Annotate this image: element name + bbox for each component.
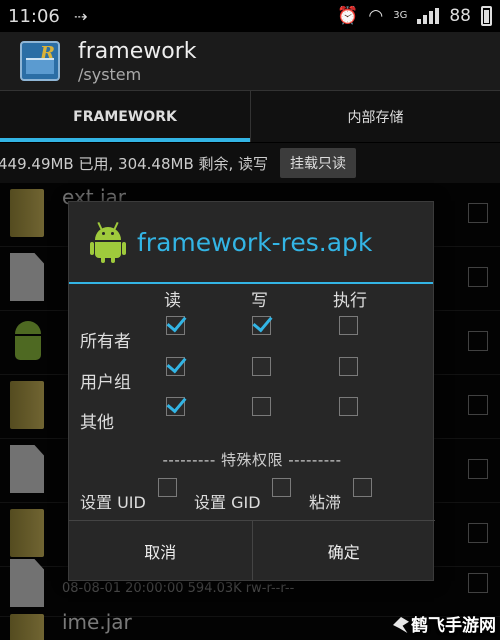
row-others: 其他 [80, 413, 114, 433]
dialog-footer: 取消 确定 [69, 520, 435, 580]
others-write-checkbox[interactable] [252, 397, 271, 416]
setgid-checkbox[interactable] [272, 478, 291, 497]
column-execute: 执行 [333, 291, 367, 311]
column-read: 读 [164, 291, 181, 311]
storage-text: 449.49MB 已用, 304.48MB 剩余, 读写 [0, 154, 269, 173]
others-execute-checkbox[interactable] [339, 397, 358, 416]
battery-icon [481, 6, 492, 26]
tab-internal-storage[interactable]: 内部存储 [250, 91, 500, 142]
mount-readonly-button[interactable]: 挂载只读 [280, 148, 357, 178]
usb-icon: ⇢ [73, 6, 88, 26]
clock: 11:06 [8, 5, 60, 27]
dialog-header: framework-res.apk [69, 202, 433, 284]
tab-framework[interactable]: FRAMEWORK [0, 91, 250, 142]
app-title: framework [78, 38, 197, 64]
app-bar: R framework /system [0, 32, 500, 90]
android-icon [90, 221, 126, 263]
bird-logo-icon [393, 617, 409, 633]
tab-bar: FRAMEWORK 内部存储 [0, 90, 500, 142]
others-read-checkbox[interactable] [166, 397, 185, 416]
row-group: 用户组 [80, 373, 131, 393]
setgid-label: 设置 GID [194, 493, 261, 512]
alarm-icon: ⏰ [337, 6, 359, 26]
owner-execute-checkbox[interactable] [339, 316, 358, 335]
owner-write-checkbox[interactable] [252, 316, 271, 335]
signal-icon [417, 8, 440, 24]
status-bar: 11:06 ⇢ ⏰ ◠ 3G 88 [0, 0, 500, 32]
permissions-dialog: framework-res.apk 读 写 执行 所有者 用户组 其他 ----… [68, 201, 435, 581]
dialog-title: framework-res.apk [137, 227, 373, 257]
group-execute-checkbox[interactable] [339, 357, 358, 376]
storage-info: 449.49MB 已用, 304.48MB 剩余, 读写 挂载只读 [0, 143, 500, 183]
root-explorer-icon[interactable]: R [20, 41, 60, 81]
setuid-label: 设置 UID [80, 493, 146, 512]
sticky-checkbox[interactable] [353, 478, 372, 497]
row-owner: 所有者 [80, 332, 131, 352]
cancel-button[interactable]: 取消 [69, 521, 252, 580]
sticky-label: 粘滞 [309, 493, 342, 512]
owner-read-checkbox[interactable] [166, 316, 185, 335]
ok-button[interactable]: 确定 [251, 521, 436, 580]
group-read-checkbox[interactable] [166, 357, 185, 376]
app-subtitle: /system [78, 64, 142, 84]
network-type: 3G [393, 10, 408, 21]
wifi-icon: ◠ [368, 6, 384, 26]
column-write: 写 [251, 291, 268, 311]
special-permissions-header: --------- 特殊权限 --------- [162, 451, 342, 469]
battery-level: 88 [449, 6, 471, 26]
group-write-checkbox[interactable] [252, 357, 271, 376]
watermark: 鹤飞手游网 [393, 611, 496, 636]
setuid-checkbox[interactable] [158, 478, 177, 497]
watermark-text: 鹤飞手游网 [411, 616, 496, 636]
